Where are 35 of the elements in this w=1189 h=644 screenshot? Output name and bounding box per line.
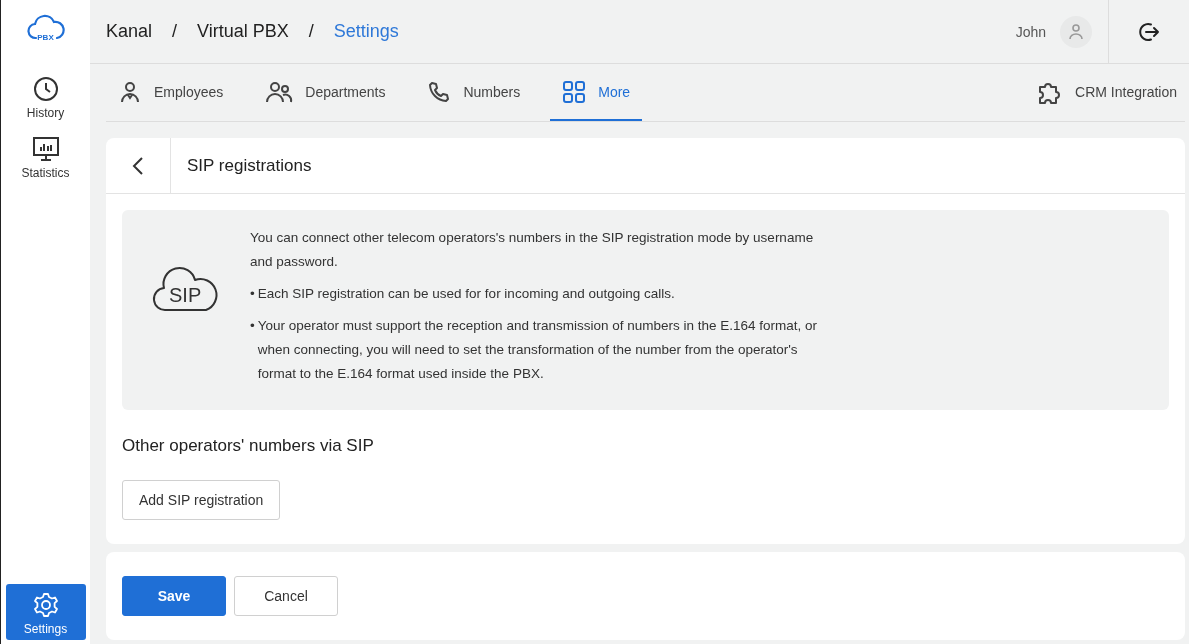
cancel-button[interactable]: Cancel: [234, 576, 338, 616]
pbx-logo[interactable]: PBX: [26, 14, 65, 48]
settings-icon: [32, 592, 59, 618]
people-icon: [265, 79, 294, 104]
clock-icon: [32, 76, 59, 102]
monitor-chart-icon: [31, 136, 60, 162]
breadcrumb-separator: /: [172, 21, 178, 42]
grid-icon: [562, 79, 587, 104]
chevron-left-icon: [132, 155, 144, 176]
add-sip-registration-button[interactable]: Add SIP registration: [122, 480, 281, 520]
tab[interactable]: CRM Integration: [1025, 64, 1185, 121]
tab[interactable]: Numbers: [415, 64, 533, 121]
breadcrumb-link[interactable]: Kanal: [106, 21, 153, 42]
phone-icon: [427, 79, 452, 104]
panel-title: SIP registrations: [186, 155, 312, 176]
sidebar-item[interactable]: Statistics: [5, 132, 86, 184]
bullet-text: Your operator must support the reception and transmission of numbers in the E.164 format, or when connecting, you will need to set the transformation of the number from the operator's format to the E.164 format used inside the PBX.: [257, 317, 819, 383]
breadcrumb-link[interactable]: Virtual PBX: [197, 21, 289, 42]
breadcrumb-separator: /: [308, 21, 314, 42]
sidebar-item[interactable]: Settings: [5, 584, 86, 640]
user-name: John: [1015, 23, 1046, 40]
bullet-marker: •: [250, 317, 255, 335]
logo-text: PBX: [37, 33, 54, 42]
info-text: You can connect other telecom operators's numbers in the SIP registration mode by username and password.: [250, 229, 815, 271]
breadcrumb-link[interactable]: Settings: [333, 21, 399, 42]
person-icon: [118, 79, 142, 104]
bullet-marker: •: [250, 285, 255, 303]
sidebar-item[interactable]: History: [5, 72, 86, 124]
section-title: Other operators' numbers via SIP: [122, 436, 375, 456]
tab[interactable]: Employees: [106, 64, 236, 121]
tab[interactable]: More: [550, 64, 643, 121]
tab[interactable]: Departments: [253, 64, 398, 121]
save-button[interactable]: Save: [122, 576, 226, 616]
avatar-icon[interactable]: [1060, 15, 1092, 48]
bullet-text: Each SIP registration can be used for for incoming and outgoing calls.: [257, 285, 675, 303]
